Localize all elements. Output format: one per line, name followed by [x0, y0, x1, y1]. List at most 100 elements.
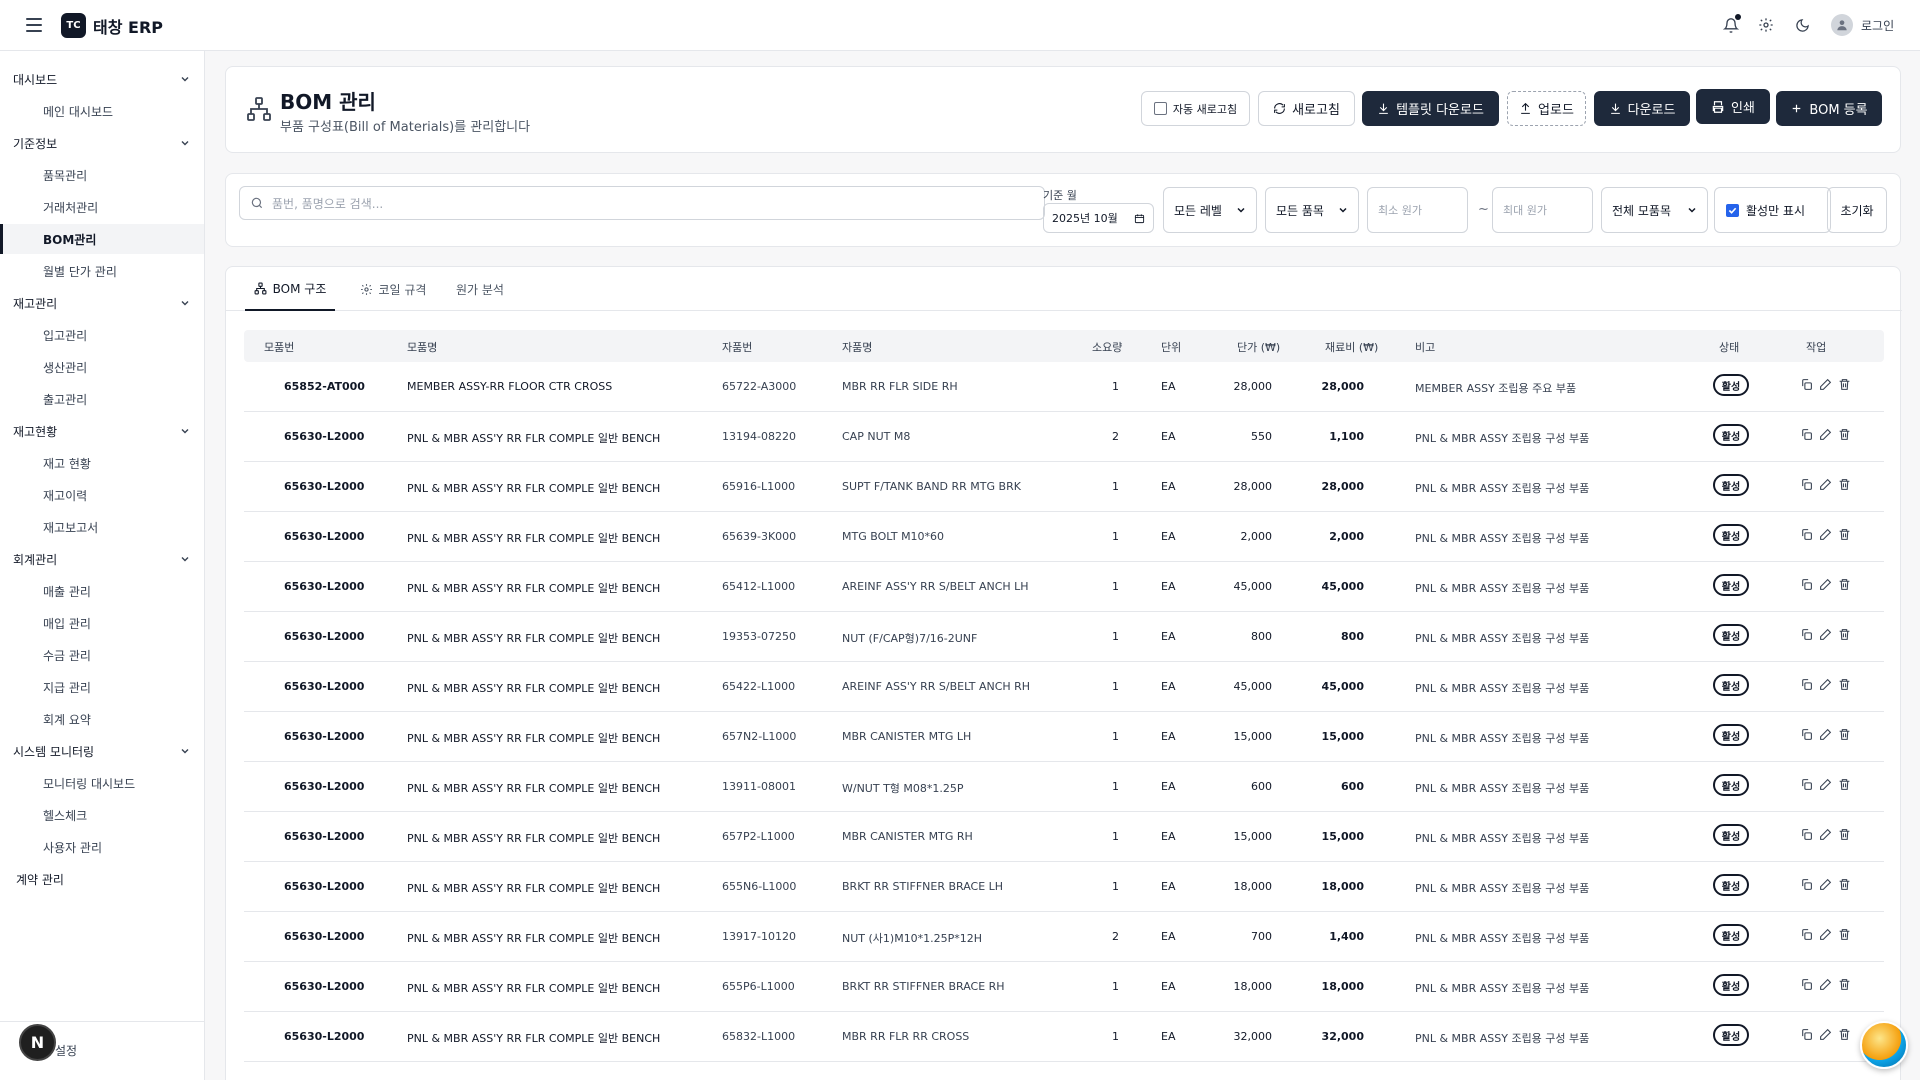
table-row[interactable]: 65630-L2000 PNL & MBR ASS'Y RR FLR COMPLE… — [244, 762, 1884, 812]
month-picker[interactable]: 2025년 10월 — [1043, 203, 1154, 233]
min-cost-input[interactable]: 최소 원가 — [1367, 187, 1468, 233]
sidebar-item-user-management[interactable]: 사용자 관리 — [0, 832, 204, 862]
sidebar-group-monitoring[interactable]: 시스템 모니터링 — [0, 737, 204, 765]
trash-icon[interactable] — [1838, 878, 1852, 892]
download-button[interactable]: 다운로드 — [1594, 91, 1690, 126]
trash-icon[interactable] — [1838, 578, 1852, 592]
copy-icon[interactable] — [1800, 428, 1814, 442]
tab-bom-structure[interactable]: BOM 구조 — [245, 267, 335, 311]
gear-icon[interactable] — [1756, 15, 1776, 35]
col-unit[interactable]: 단위 — [1161, 339, 1181, 355]
active-only-checkbox[interactable] — [1726, 203, 1739, 217]
sidebar-item-stock-report[interactable]: 재고보고서 — [0, 512, 204, 542]
sidebar-item-production[interactable]: 생산관리 — [0, 352, 204, 382]
parent-select[interactable]: 전체 모품목 — [1601, 187, 1708, 233]
col-child-code[interactable]: 자품번 — [722, 339, 752, 355]
table-row[interactable]: 65630-L2000 PNL & MBR ASS'Y RR FLR COMPLE… — [244, 712, 1884, 762]
copy-icon[interactable] — [1800, 778, 1814, 792]
sidebar-item-main-dashboard[interactable]: 메인 대시보드 — [0, 96, 204, 126]
trash-icon[interactable] — [1838, 378, 1852, 392]
search-input[interactable]: 품번, 품명으로 검색... — [239, 186, 1045, 220]
trash-icon[interactable] — [1838, 728, 1852, 742]
menu-icon[interactable] — [26, 18, 42, 32]
copy-icon[interactable] — [1800, 928, 1814, 942]
trash-icon[interactable] — [1838, 1028, 1852, 1042]
table-row[interactable]: 65630-L2000 PNL & MBR ASS'Y RR FLR COMPLE… — [244, 812, 1884, 862]
auto-refresh-checkbox[interactable] — [1153, 102, 1167, 115]
table-row[interactable]: 65630-L2000 PNL & MBR ASS'Y RR FLR COMPLE… — [244, 412, 1884, 462]
copy-icon[interactable] — [1800, 978, 1814, 992]
sidebar-group-accounting[interactable]: 회계관리 — [0, 545, 204, 573]
sidebar-item-items[interactable]: 품목관리 — [0, 160, 204, 190]
copy-icon[interactable] — [1800, 528, 1814, 542]
sidebar-item-stock-current[interactable]: 재고 현황 — [0, 448, 204, 478]
edit-icon[interactable] — [1819, 478, 1833, 492]
copy-icon[interactable] — [1800, 878, 1814, 892]
sidebar-group-dashboard[interactable]: 대시보드 — [0, 65, 204, 93]
sidebar-item-payments[interactable]: 지급 관리 — [0, 672, 204, 702]
col-material-cost[interactable]: 재료비 (₩) — [1325, 339, 1378, 355]
item-select[interactable]: 모든 품목 — [1265, 187, 1359, 233]
sidebar-item-contracts[interactable]: 계약 관리 — [0, 865, 204, 893]
edit-icon[interactable] — [1819, 378, 1833, 392]
col-unit-price[interactable]: 단가 (₩) — [1237, 339, 1280, 355]
bom-register-button[interactable]: BOM 등록 — [1776, 91, 1882, 126]
bell-icon[interactable] — [1721, 14, 1741, 35]
trash-icon[interactable] — [1838, 778, 1852, 792]
table-row[interactable]: 65630-L2000 PNL & MBR ASS'Y RR FLR COMPLE… — [244, 662, 1884, 712]
trash-icon[interactable] — [1838, 478, 1852, 492]
refresh-button[interactable]: 새로고침 — [1258, 91, 1355, 126]
col-child-name[interactable]: 자품명 — [842, 339, 872, 355]
copy-icon[interactable] — [1800, 828, 1814, 842]
app-name[interactable]: 태창 ERP — [93, 14, 163, 38]
sidebar-item-purchases[interactable]: 매입 관리 — [0, 608, 204, 638]
print-button[interactable]: 인쇄 — [1696, 89, 1770, 124]
copy-icon[interactable] — [1800, 678, 1814, 692]
trash-icon[interactable] — [1838, 528, 1852, 542]
sidebar-group-inventory[interactable]: 재고관리 — [0, 289, 204, 317]
moon-icon[interactable] — [1792, 15, 1812, 35]
edit-icon[interactable] — [1819, 978, 1833, 992]
login-link[interactable]: 로그인 — [1861, 17, 1894, 34]
edit-icon[interactable] — [1819, 778, 1833, 792]
table-row[interactable]: 65630-L2000 PNL & MBR ASS'Y RR FLR COMPLE… — [244, 862, 1884, 912]
col-quantity[interactable]: 소요량 — [1092, 339, 1122, 355]
sidebar-settings-link[interactable]: 설정 — [55, 1042, 77, 1059]
edit-icon[interactable] — [1819, 428, 1833, 442]
copy-icon[interactable] — [1800, 628, 1814, 642]
auto-refresh-toggle[interactable]: 자동 새로고침 — [1141, 91, 1250, 126]
active-only-toggle[interactable]: 활성만 표시 — [1714, 187, 1831, 233]
trash-icon[interactable] — [1838, 628, 1852, 642]
table-row[interactable]: 65630-L2000 PNL & MBR ASS'Y RR FLR COMPLE… — [244, 612, 1884, 662]
max-cost-input[interactable]: 최대 원가 — [1492, 187, 1593, 233]
sidebar-item-bom[interactable]: BOM관리 — [0, 224, 204, 254]
sidebar-item-partners[interactable]: 거래처관리 — [0, 192, 204, 222]
sidebar-item-receiving[interactable]: 입고관리 — [0, 320, 204, 350]
level-select[interactable]: 모든 레벨 — [1163, 187, 1257, 233]
table-row[interactable]: 65630-L2000 PNL & MBR ASS'Y RR FLR COMPLE… — [244, 562, 1884, 612]
copy-icon[interactable] — [1800, 578, 1814, 592]
sidebar-item-health-check[interactable]: 헬스체크 — [0, 800, 204, 830]
sidebar-item-monitoring-dashboard[interactable]: 모니터링 대시보드 — [0, 768, 204, 798]
sidebar-group-stock-status[interactable]: 재고현황 — [0, 417, 204, 445]
col-status[interactable]: 상태 — [1719, 339, 1739, 355]
copy-icon[interactable] — [1800, 478, 1814, 492]
copy-icon[interactable] — [1800, 378, 1814, 392]
table-row[interactable]: 65630-L2000 PNL & MBR ASS'Y RR FLR COMPLE… — [244, 462, 1884, 512]
sidebar-item-monthly-price[interactable]: 월별 단가 관리 — [0, 256, 204, 286]
edit-icon[interactable] — [1819, 878, 1833, 892]
trash-icon[interactable] — [1838, 428, 1852, 442]
sidebar-item-sales[interactable]: 매출 관리 — [0, 576, 204, 606]
sidebar-item-accounting-summary[interactable]: 회계 요약 — [0, 704, 204, 734]
reset-button[interactable]: 초기화 — [1827, 187, 1887, 233]
edit-icon[interactable] — [1819, 1028, 1833, 1042]
assistant-floating-button[interactable] — [1860, 1021, 1908, 1069]
sidebar-item-stock-history[interactable]: 재고이력 — [0, 480, 204, 510]
table-row[interactable]: 65630-L2000 PNL & MBR ASS'Y RR FLR COMPLE… — [244, 1012, 1884, 1062]
edit-icon[interactable] — [1819, 928, 1833, 942]
trash-icon[interactable] — [1838, 678, 1852, 692]
edit-icon[interactable] — [1819, 528, 1833, 542]
tab-coil-spec[interactable]: 코일 규격 — [353, 267, 433, 311]
edit-icon[interactable] — [1819, 728, 1833, 742]
trash-icon[interactable] — [1838, 828, 1852, 842]
